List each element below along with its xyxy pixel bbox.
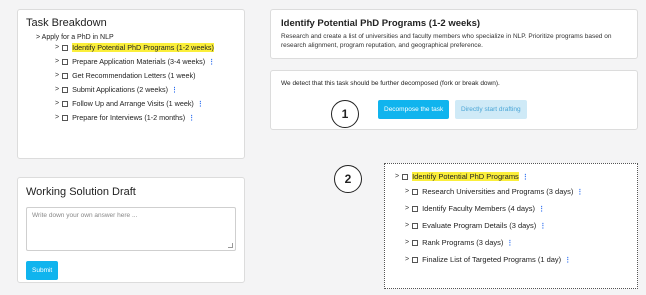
subtree-child-item[interactable]: > Evaluate Program Details (3 days) ⋮ (405, 221, 637, 230)
subtree-children: > Research Universities and Programs (3 d… (385, 187, 637, 264)
step-two-marker: 2 (334, 165, 362, 193)
chevron-right-icon[interactable]: > (405, 188, 409, 195)
task-tree-item-label: Submit Applications (2 weeks) (72, 85, 168, 94)
chevron-right-icon[interactable]: > (55, 86, 59, 93)
subtree-child-item-label: Evaluate Program Details (3 days) (422, 221, 537, 230)
task-tree-item[interactable]: > Identify Potential PhD Programs (1-2 we… (55, 43, 236, 52)
task-tree-item[interactable]: > Get Recommendation Letters (1 week) (55, 71, 236, 80)
chevron-right-icon[interactable]: > (55, 114, 59, 121)
more-vertical-icon[interactable]: ⋮ (197, 100, 204, 108)
more-vertical-icon[interactable]: ⋮ (506, 239, 513, 247)
task-tree-item-label: Follow Up and Arrange Visits (1 week) (72, 99, 194, 108)
submit-button[interactable]: Submit (26, 261, 59, 280)
more-vertical-icon[interactable]: ⋮ (188, 114, 195, 122)
more-vertical-icon[interactable]: ⋮ (208, 58, 215, 66)
more-vertical-icon[interactable]: ⋮ (564, 256, 571, 264)
draft-title: Working Solution Draft (26, 186, 136, 198)
checkbox-icon[interactable] (402, 173, 409, 180)
task-tree-item-label: Get Recommendation Letters (1 week) (72, 71, 196, 80)
chevron-right-icon[interactable]: > (405, 256, 409, 263)
chevron-right-icon[interactable]: > (405, 205, 409, 212)
more-vertical-icon[interactable]: ⋮ (171, 86, 178, 94)
start-drafting-button[interactable]: Directly start drafting (455, 100, 527, 119)
decomposed-subtree-panel: > Identify Potential PhD Programs ⋮ > Res… (384, 163, 638, 289)
step-one-marker: 1 (331, 100, 359, 128)
subtree-parent-item[interactable]: > Identify Potential PhD Programs ⋮ (395, 172, 637, 181)
more-vertical-icon[interactable]: ⋮ (522, 173, 529, 181)
chevron-right-icon[interactable]: > (395, 173, 399, 180)
resize-handle-icon[interactable] (228, 243, 233, 248)
more-vertical-icon[interactable]: ⋮ (538, 205, 545, 213)
decompose-task-button[interactable]: Decompose the task (378, 100, 450, 119)
checkbox-icon[interactable] (62, 44, 69, 51)
task-detail-title: Identify Potential PhD Programs (1-2 wee… (281, 18, 481, 29)
checkbox-icon[interactable] (62, 72, 69, 79)
subtree-child-item[interactable]: > Identify Faculty Members (4 days) ⋮ (405, 204, 637, 213)
task-tree-item-label: Prepare for Interviews (1-2 months) (72, 113, 186, 122)
subtree-child-item-label: Rank Programs (3 days) (422, 238, 504, 247)
decompose-message: We detect that this task should be furth… (281, 80, 500, 87)
task-detail-panel: Identify Potential PhD Programs (1-2 wee… (270, 9, 638, 59)
checkbox-icon[interactable] (412, 222, 419, 229)
working-draft-panel: Working Solution Draft Write down your o… (17, 177, 245, 283)
checkbox-icon[interactable] (412, 256, 419, 263)
subtree-child-item[interactable]: > Finalize List of Targeted Programs (1 d… (405, 255, 637, 264)
decompose-prompt-panel: We detect that this task should be furth… (270, 70, 638, 130)
task-tree-item[interactable]: > Prepare for Interviews (1-2 months) ⋮ (55, 113, 236, 122)
chevron-right-icon[interactable]: > (55, 72, 59, 79)
draft-placeholder: Write down your own answer here ... (32, 212, 138, 219)
draft-textarea[interactable]: Write down your own answer here ... (26, 207, 236, 251)
tree-root-label[interactable]: > Apply for a PhD in NLP (36, 34, 236, 41)
checkbox-icon[interactable] (412, 205, 419, 212)
task-detail-description: Research and create a list of universiti… (281, 33, 612, 49)
task-tree-item-label: Identify Potential PhD Programs (1-2 wee… (72, 43, 214, 52)
task-tree: > Identify Potential PhD Programs (1-2 we… (26, 43, 236, 122)
subtree-child-item[interactable]: > Research Universities and Programs (3 d… (405, 187, 637, 196)
task-breakdown-title: Task Breakdown (26, 17, 107, 29)
subtree-child-item-label: Research Universities and Programs (3 da… (422, 187, 574, 196)
subtree-child-item-label: Finalize List of Targeted Programs (1 da… (422, 255, 562, 264)
subtree-child-item[interactable]: > Rank Programs (3 days) ⋮ (405, 238, 637, 247)
chevron-right-icon[interactable]: > (55, 58, 59, 65)
more-vertical-icon[interactable]: ⋮ (576, 188, 583, 196)
checkbox-icon[interactable] (412, 239, 419, 246)
checkbox-icon[interactable] (62, 114, 69, 121)
task-breakdown-panel: Task Breakdown > Apply for a PhD in NLP … (17, 9, 245, 159)
checkbox-icon[interactable] (62, 58, 69, 65)
subtree-child-item-label: Identify Faculty Members (4 days) (422, 204, 536, 213)
checkbox-icon[interactable] (62, 86, 69, 93)
chevron-right-icon[interactable]: > (405, 239, 409, 246)
task-tree-item[interactable]: > Follow Up and Arrange Visits (1 week) ⋮ (55, 99, 236, 108)
task-tree-item[interactable]: > Submit Applications (2 weeks) ⋮ (55, 85, 236, 94)
checkbox-icon[interactable] (412, 188, 419, 195)
chevron-right-icon[interactable]: > (405, 222, 409, 229)
checkbox-icon[interactable] (62, 100, 69, 107)
chevron-right-icon[interactable]: > (55, 100, 59, 107)
subtree-parent-label: Identify Potential PhD Programs (412, 172, 519, 181)
more-vertical-icon[interactable]: ⋮ (539, 222, 546, 230)
chevron-right-icon[interactable]: > (55, 44, 59, 51)
task-tree-item-label: Prepare Application Materials (3-4 weeks… (72, 57, 206, 66)
task-tree-item[interactable]: > Prepare Application Materials (3-4 week… (55, 57, 236, 66)
